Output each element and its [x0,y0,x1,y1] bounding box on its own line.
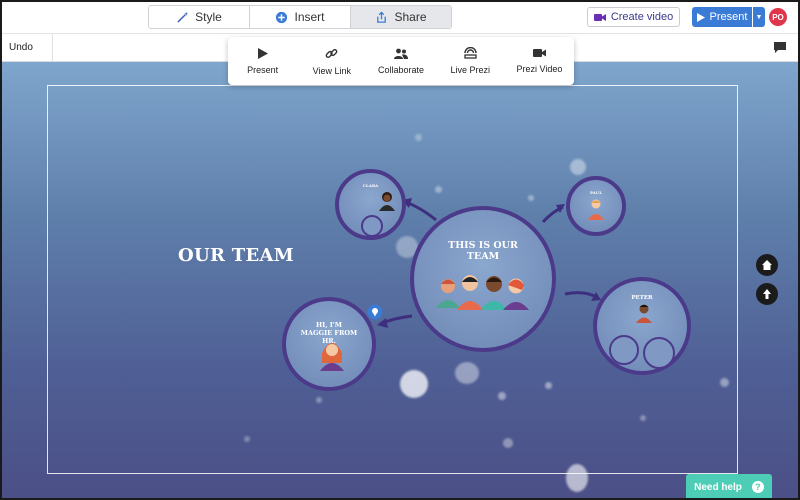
present-label: Present [709,11,748,23]
subtopic-circle[interactable] [361,215,383,237]
share-item-present[interactable]: Present [228,37,297,85]
share-item-view-link[interactable]: View Link [297,37,366,85]
need-help-button[interactable]: Need help ? [686,474,772,500]
person-illustration [320,343,344,371]
avatar[interactable]: PO [769,8,787,26]
home-button[interactable] [756,254,778,276]
person-illustration [636,304,652,323]
share-item-label: Live Prezi [450,65,490,75]
topic-top-right-label: PAUL [589,190,603,195]
magic-wand-icon [177,11,189,23]
tab-insert-label: Insert [294,10,325,24]
zoom-out-button[interactable] [756,283,778,305]
tab-share[interactable]: Share [351,6,451,28]
share-item-label: View Link [312,65,351,76]
topic-circle-top-right[interactable]: PAUL [566,176,626,236]
topic-circle-left[interactable]: HI, I'M MAGGIE FROM HR. [282,297,376,391]
home-icon [762,260,772,270]
plus-circle-icon [276,11,288,23]
share-menu: Present View Link Collaborate Live Prezi… [228,37,574,85]
share-item-collaborate[interactable]: Collaborate [366,37,435,85]
video-camera-icon [593,13,606,21]
live-broadcast-icon [464,47,477,59]
divider [52,34,53,62]
subtopic-circle[interactable] [643,337,675,369]
share-item-label: Present [247,64,279,75]
link-icon [325,48,338,58]
prezi-canvas[interactable]: OUR TEAM THIS IS OUR TEAM HI, I'M MAGGIE… [0,62,800,500]
tab-style-label: Style [195,10,222,24]
comment-icon[interactable] [774,42,786,53]
present-button[interactable]: Present [692,7,752,27]
undo-button[interactable]: Undo [9,42,33,53]
team-illustration [436,275,529,310]
create-video-button[interactable]: Create video [587,7,680,27]
play-icon [696,12,705,22]
topic-center-label: THIS IS OUR TEAM [448,240,518,262]
create-video-label: Create video [610,11,674,23]
share-item-live-prezi[interactable]: Live Prezi [436,37,505,85]
subtopic-circle[interactable] [609,335,639,365]
person-illustration [588,199,604,220]
connector-arrows [377,198,601,328]
tab-share-label: Share [394,10,427,24]
share-item-label: Collaborate [377,64,425,75]
arrow-up-icon [763,289,771,299]
topic-top-left-label: CLARA [362,183,379,188]
tab-style[interactable]: Style [149,6,250,28]
topic-right-label: PETER [631,295,653,301]
share-item-prezi-video[interactable]: Prezi Video [505,37,574,85]
present-options-caret[interactable]: ▼ [753,7,765,27]
share-item-label: Prezi Video [516,64,563,74]
play-icon [257,47,268,59]
video-camera-icon [532,49,546,57]
person-illustration [379,192,395,211]
question-icon: ? [751,481,764,493]
top-toolbar: Style Insert Share Create video Present … [0,0,800,34]
chevron-down-icon: ▼ [755,13,763,21]
location-pin-icon[interactable] [367,304,383,320]
topic-circle-top-left[interactable]: CLARA [335,169,406,240]
tab-insert[interactable]: Insert [250,6,351,28]
need-help-label: Need help [694,481,742,493]
upload-icon [377,10,387,23]
topic-circle-center[interactable]: THIS IS OUR TEAM [410,206,556,352]
mode-tabs: Style Insert Share [148,5,452,29]
topic-circle-right[interactable]: PETER [593,277,691,375]
users-icon [394,48,408,59]
